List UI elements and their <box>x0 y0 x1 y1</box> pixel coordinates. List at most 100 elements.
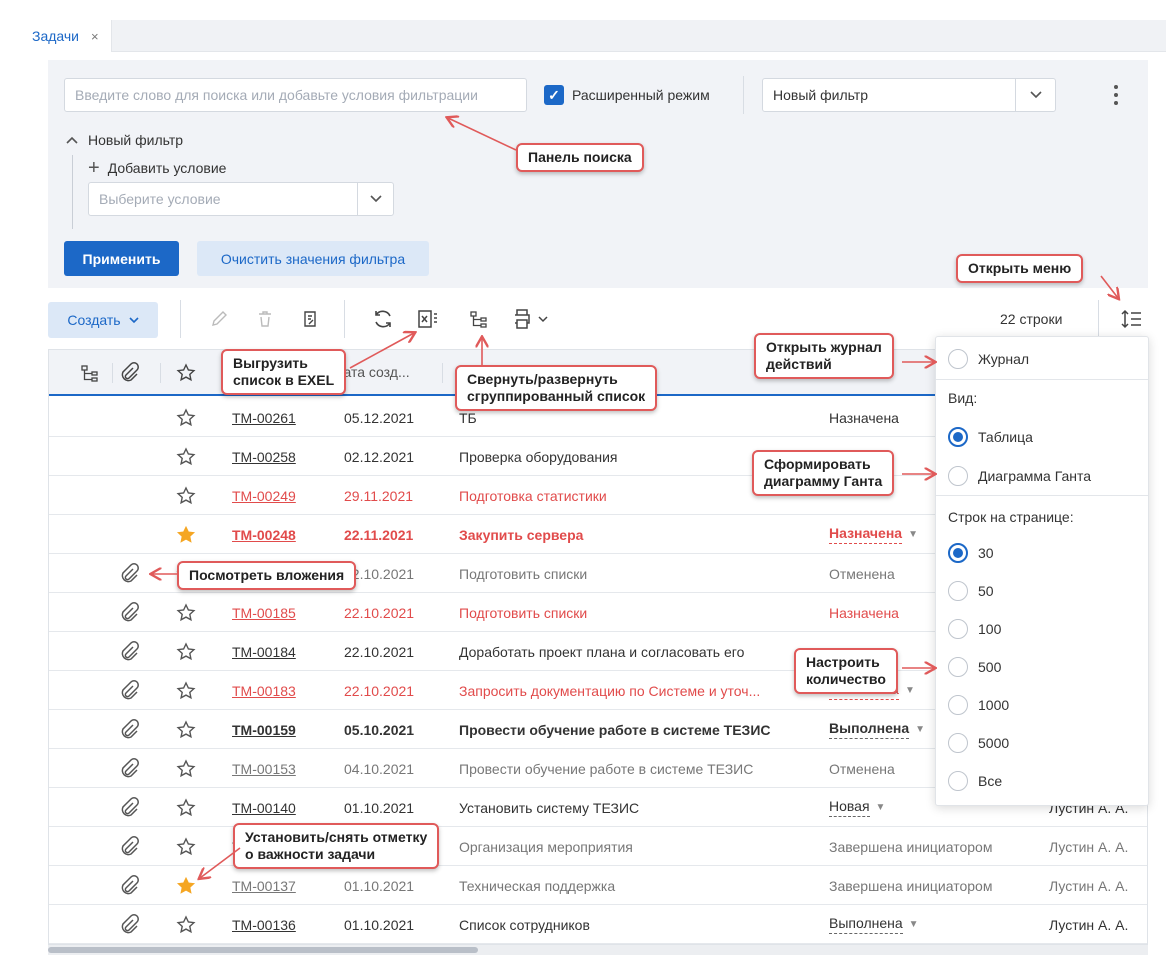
paperclip-icon[interactable] <box>119 827 139 866</box>
edit-icon[interactable] <box>206 306 232 332</box>
apply-button[interactable]: Применить <box>64 241 179 276</box>
star-icon[interactable] <box>176 671 196 710</box>
chevron-down-icon[interactable] <box>1015 79 1055 111</box>
radio-icon[interactable] <box>948 349 968 369</box>
scrollbar-thumb[interactable] <box>48 947 478 953</box>
task-number-link[interactable]: ТМ-00258 <box>232 449 296 465</box>
paperclip-icon[interactable] <box>119 710 139 749</box>
radio-icon[interactable] <box>948 771 968 791</box>
menu-item-rows[interactable]: 1000 <box>948 695 1009 715</box>
radio-icon[interactable] <box>948 695 968 715</box>
paperclip-icon[interactable] <box>119 671 139 710</box>
star-icon[interactable] <box>176 593 196 632</box>
filter-group-header[interactable]: Новый фильтр <box>66 132 183 148</box>
close-icon[interactable]: × <box>91 29 99 44</box>
menu-item-journal[interactable]: Журнал <box>948 349 1029 369</box>
create-button[interactable]: Создать <box>48 302 158 338</box>
star-icon[interactable] <box>176 437 196 476</box>
divider <box>160 363 161 383</box>
task-date: 22.10.2021 <box>344 643 415 660</box>
paperclip-icon[interactable] <box>119 362 139 387</box>
task-number-link[interactable]: ТМ-00248 <box>232 527 296 543</box>
star-icon[interactable] <box>176 632 196 671</box>
task-number-link[interactable]: ТМ-00183 <box>232 683 296 699</box>
tree-icon[interactable] <box>466 306 492 332</box>
checkbox-checked-icon[interactable]: ✓ <box>544 85 564 105</box>
task-number-link[interactable]: ТМ-00137 <box>232 878 296 894</box>
horizontal-scrollbar[interactable] <box>48 945 1148 955</box>
delete-icon[interactable] <box>252 306 278 332</box>
more-vertical-icon[interactable] <box>1106 82 1126 108</box>
divider <box>936 495 1148 496</box>
star-icon[interactable] <box>176 398 196 437</box>
search-input[interactable]: Введите слово для поиска или добавьте ус… <box>64 78 527 112</box>
radio-icon[interactable] <box>948 733 968 753</box>
clear-filter-button[interactable]: Очистить значения фильтра <box>197 241 429 276</box>
task-status[interactable]: Новая ▼ <box>829 788 885 827</box>
task-number-link[interactable]: ТМ-00185 <box>232 605 296 621</box>
paperclip-icon[interactable] <box>119 749 139 788</box>
table-row[interactable]: ТМ-00136 01.10.2021 Список сотрудников Выпо… <box>49 905 1147 944</box>
task-date: 05.12.2021 <box>344 409 415 426</box>
tab-tasks[interactable]: Задачи × <box>20 20 112 52</box>
print-menu-button[interactable] <box>506 305 552 333</box>
paperclip-icon[interactable] <box>119 632 139 671</box>
star-filled-icon[interactable] <box>176 866 196 905</box>
star-icon[interactable] <box>176 476 196 515</box>
star-icon[interactable] <box>176 710 196 749</box>
task-number-link[interactable]: ТМ-00159 <box>232 722 296 738</box>
radio-icon[interactable] <box>948 657 968 677</box>
advanced-mode-label: Расширенный режим <box>572 87 710 103</box>
task-status[interactable]: Выполнена ▼ <box>829 710 925 749</box>
star-icon[interactable] <box>176 788 196 827</box>
task-number-link[interactable]: ТМ-00136 <box>232 917 296 933</box>
chevron-up-icon[interactable] <box>66 136 78 144</box>
settings-menu-icon[interactable] <box>1118 305 1146 333</box>
refresh-icon[interactable] <box>369 305 397 333</box>
paperclip-icon[interactable] <box>119 866 139 905</box>
tree-icon[interactable] <box>80 363 100 386</box>
chevron-down-icon[interactable] <box>357 183 393 215</box>
radio-selected-icon[interactable] <box>948 427 968 447</box>
paperclip-icon[interactable] <box>119 593 139 632</box>
add-condition-button[interactable]: + Добавить условие <box>88 158 227 178</box>
star-filled-icon[interactable] <box>176 515 196 554</box>
menu-item-rows[interactable]: 50 <box>948 581 994 601</box>
menu-item-gantt[interactable]: Диаграмма Ганта <box>948 466 1091 486</box>
menu-item-rows[interactable]: 30 <box>948 543 994 563</box>
menu-item-rows[interactable]: Все <box>948 771 1002 791</box>
star-icon[interactable] <box>176 363 196 386</box>
task-number-link[interactable]: ТМ-00249 <box>232 488 296 504</box>
menu-item-rows[interactable]: 500 <box>948 657 1001 677</box>
menu-item-rows[interactable]: 100 <box>948 619 1001 639</box>
excel-export-icon[interactable] <box>414 305 442 333</box>
star-icon[interactable] <box>176 749 196 788</box>
task-status[interactable]: Выполнена ▼ <box>829 905 919 944</box>
table-row[interactable]: ТМ-00137 01.10.2021 Техническая поддержка З… <box>49 866 1147 905</box>
condition-select[interactable]: Выберите условие <box>88 182 394 216</box>
edit-document-icon[interactable] <box>297 306 323 332</box>
star-icon[interactable] <box>176 905 196 944</box>
menu-item-rows[interactable]: 5000 <box>948 733 1009 753</box>
task-number-link[interactable]: ТМ-00140 <box>232 800 296 816</box>
add-condition-label: Добавить условие <box>107 160 227 176</box>
radio-icon[interactable] <box>948 619 968 639</box>
rows-option-label: 1000 <box>978 697 1010 713</box>
advanced-mode-toggle[interactable]: ✓ Расширенный режим <box>544 85 710 105</box>
task-date: 22.10.2021 <box>344 682 415 699</box>
radio-icon[interactable] <box>948 581 968 601</box>
task-number-link[interactable]: ТМ-00184 <box>232 644 296 660</box>
radio-icon[interactable] <box>948 466 968 486</box>
radio-selected-icon[interactable] <box>948 543 968 563</box>
paperclip-icon[interactable] <box>119 905 139 944</box>
paperclip-icon[interactable] <box>119 554 139 593</box>
star-icon[interactable] <box>176 827 196 866</box>
task-status-label: Назначена <box>829 604 899 621</box>
task-number-link[interactable]: ТМ-00261 <box>232 410 296 426</box>
task-status[interactable]: Назначена ▼ <box>829 515 918 554</box>
task-number-link[interactable]: ТМ-00153 <box>232 761 296 777</box>
filter-select[interactable]: Новый фильтр <box>762 78 1056 112</box>
paperclip-icon[interactable] <box>119 788 139 827</box>
table-row[interactable]: ТМ-0013801.10.2021Организация мероприяти… <box>49 827 1147 866</box>
menu-item-table[interactable]: Таблица <box>948 427 1033 447</box>
